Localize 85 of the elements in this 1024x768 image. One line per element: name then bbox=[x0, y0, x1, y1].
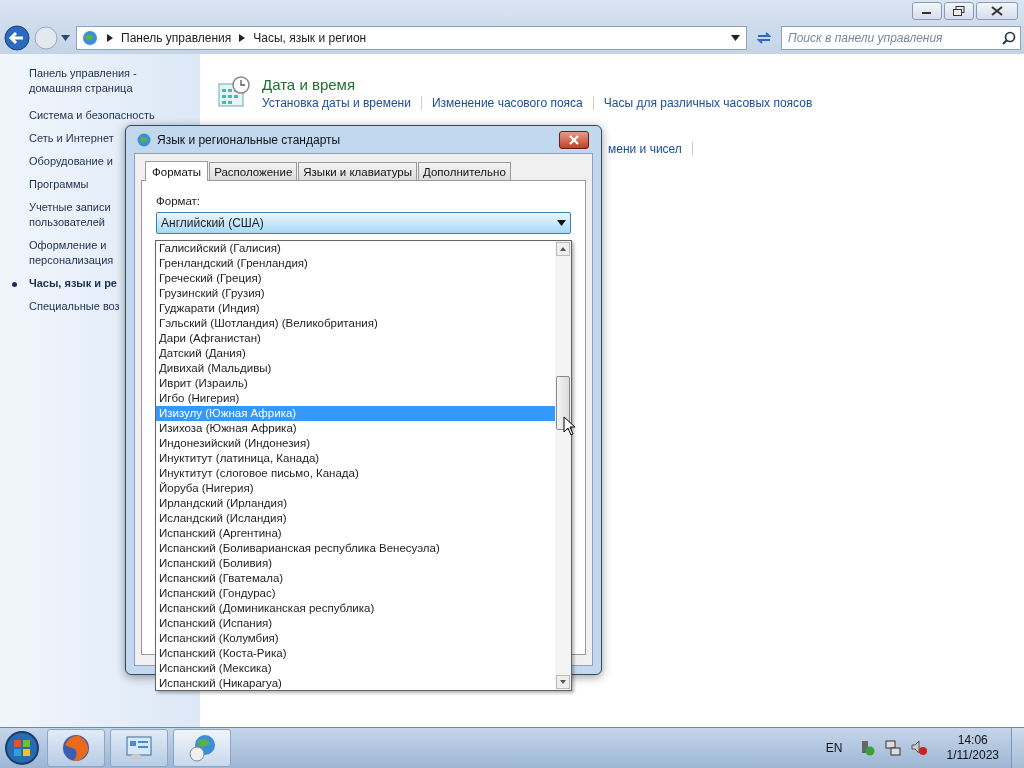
dropdown-option[interactable]: Ирландский (Ирландия) bbox=[156, 496, 555, 511]
dropdown-option[interactable]: Йоруба (Нигерия) bbox=[156, 481, 555, 496]
dropdown-option[interactable]: Испанский (Испания) bbox=[156, 616, 555, 631]
network-icon[interactable] bbox=[884, 740, 901, 756]
dropdown-option[interactable]: Иврит (Израиль) bbox=[156, 376, 555, 391]
tab[interactable]: Языки и клавиатуры bbox=[298, 162, 418, 180]
dropdown-option[interactable]: Датский (Дания) bbox=[156, 346, 555, 361]
chevron-icon bbox=[107, 34, 113, 42]
breadcrumb-item[interactable]: Часы, язык и регион bbox=[253, 31, 367, 45]
tab[interactable]: Дополнительно bbox=[418, 162, 511, 180]
task-link[interactable]: Установка даты и времени bbox=[262, 96, 411, 110]
dropdown-option[interactable]: Галисийский (Галисия) bbox=[156, 241, 555, 256]
scroll-thumb[interactable] bbox=[556, 376, 570, 430]
sidebar-item[interactable]: Оборудование и bbox=[12, 154, 113, 169]
clock-date[interactable]: 1/11/2023 bbox=[946, 748, 999, 763]
region-taskbar-button[interactable] bbox=[173, 729, 231, 767]
dropdown-arrow-icon bbox=[557, 220, 566, 226]
sidebar-item[interactable]: Программы bbox=[12, 177, 89, 192]
dropdown-arrow-icon[interactable] bbox=[61, 35, 70, 41]
dropdown-option[interactable]: Испанский (Аргентина) bbox=[156, 526, 555, 541]
minimize-button[interactable] bbox=[912, 2, 942, 20]
back-icon[interactable] bbox=[3, 24, 31, 52]
globe-icon bbox=[136, 131, 152, 148]
sidebar-item[interactable]: Специальные воз bbox=[12, 299, 120, 314]
dropdown-option[interactable]: Испанский (Гватемала) bbox=[156, 571, 555, 586]
volume-muted-icon[interactable] bbox=[910, 740, 927, 756]
dropdown-option[interactable]: Испанский (Боливия) bbox=[156, 556, 555, 571]
restore-button[interactable] bbox=[944, 2, 974, 20]
tab[interactable]: Расположение bbox=[209, 162, 298, 180]
close-button[interactable] bbox=[976, 2, 1018, 20]
firefox-taskbar-button[interactable] bbox=[47, 729, 105, 767]
scroll-up-icon[interactable] bbox=[556, 242, 570, 256]
sidebar-item[interactable]: Часы, язык и ре bbox=[12, 276, 117, 291]
format-dropdown[interactable]: Английский (США) bbox=[156, 212, 571, 234]
dropdown-option[interactable]: Испанский (Коста-Рика) bbox=[156, 646, 555, 661]
address-bar[interactable]: Панель управления Часы, язык и регион bbox=[76, 26, 747, 50]
dropdown-option[interactable]: Гренландский (Гренландия) bbox=[156, 256, 555, 271]
restore-icon bbox=[953, 6, 965, 16]
control-panel-icon bbox=[124, 734, 154, 762]
globe-clock-icon bbox=[187, 733, 217, 763]
globe-icon bbox=[81, 29, 99, 47]
dropdown-option[interactable]: Испанский (Боливарианская республика Венесуэла) bbox=[156, 541, 555, 556]
section-title[interactable]: Дата и время bbox=[262, 76, 813, 93]
sidebar-item[interactable]: Система и безопасность bbox=[12, 108, 155, 123]
dropdown-option[interactable]: Гуджарати (Индия) bbox=[156, 301, 555, 316]
dropdown-option[interactable]: Гэльский (Шотландия) (Великобритания) bbox=[156, 316, 555, 331]
close-icon bbox=[568, 134, 580, 145]
start-button[interactable] bbox=[2, 730, 42, 766]
dropdown-option[interactable]: Испанский (Доминиканская республика) bbox=[156, 601, 555, 616]
close-button[interactable] bbox=[559, 130, 589, 149]
tab[interactable]: Форматы bbox=[145, 161, 209, 181]
dropdown-arrow-icon[interactable] bbox=[731, 35, 740, 41]
task-link[interactable]: мени и чисел bbox=[608, 142, 682, 156]
dropdown-option[interactable]: Исландский (Исландия) bbox=[156, 511, 555, 526]
dropdown-option[interactable]: Игбо (Нигерия) bbox=[156, 391, 555, 406]
clock-time[interactable]: 14:06 bbox=[957, 733, 988, 748]
language-indicator[interactable]: EN bbox=[825, 741, 843, 755]
close-icon bbox=[991, 6, 1003, 16]
dropdown-option[interactable]: Дивихай (Мальдивы) bbox=[156, 361, 555, 376]
dropdown-option[interactable]: Инуктитут (слоговое письмо, Канада) bbox=[156, 466, 555, 481]
calendar-clock-icon bbox=[218, 76, 250, 108]
dialog-title: Язык и региональные стандарты bbox=[157, 132, 341, 147]
dropdown-option[interactable]: Испанский (Мексика) bbox=[156, 661, 555, 676]
dropdown-option[interactable]: Индонезийский (Индонезия) bbox=[156, 436, 555, 451]
dropdown-option[interactable]: Испанский (Гондурас) bbox=[156, 586, 555, 601]
dropdown-option[interactable]: Изихоза (Южная Африка) bbox=[156, 421, 555, 436]
dropdown-option[interactable]: Испанский (Колумбия) bbox=[156, 631, 555, 646]
scrollbar[interactable] bbox=[555, 241, 571, 690]
dropdown-option[interactable]: Инуктитут (латиница, Канада) bbox=[156, 451, 555, 466]
dropdown-option[interactable]: Греческий (Греция) bbox=[156, 271, 555, 286]
control-panel-taskbar-button[interactable] bbox=[110, 729, 168, 767]
breadcrumb-item[interactable]: Панель управления bbox=[121, 31, 232, 45]
search-field[interactable]: Поиск в панели управления bbox=[781, 26, 1021, 50]
browser-globe-icon bbox=[61, 733, 91, 763]
chevron-icon bbox=[239, 34, 246, 42]
dropdown-option[interactable]: Дари (Афганистан) bbox=[156, 331, 555, 346]
search-icon[interactable] bbox=[1002, 31, 1016, 45]
scroll-down-icon[interactable] bbox=[556, 675, 570, 689]
task-link[interactable]: Часы для различных часовых поясов bbox=[603, 96, 813, 110]
sidebar-item[interactable]: Сеть и Интернет bbox=[12, 131, 114, 146]
task-link[interactable]: Изменение часового пояса bbox=[431, 96, 583, 110]
sidebar-item[interactable]: Панель управления - домашняя страница bbox=[12, 66, 169, 96]
dropdown-option[interactable]: Испанский (Никарагуа) bbox=[156, 676, 555, 691]
dropdown-option[interactable]: Грузинский (Грузия) bbox=[156, 286, 555, 301]
format-label: Формат: bbox=[156, 195, 202, 207]
